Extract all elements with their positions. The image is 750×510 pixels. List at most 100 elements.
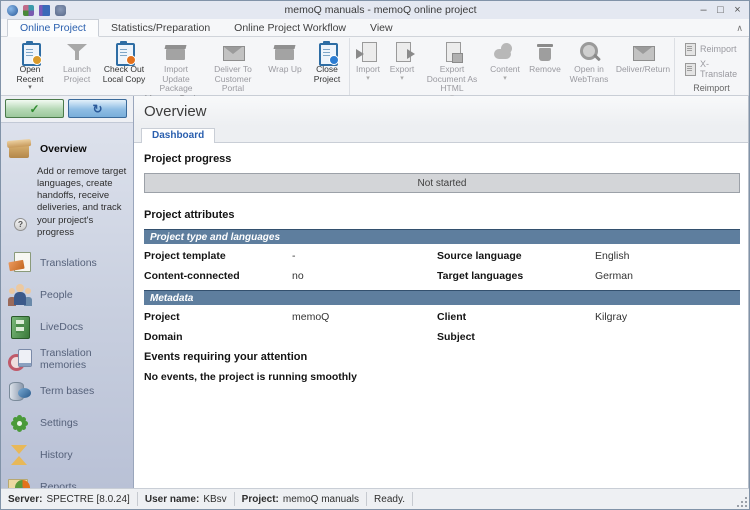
server-label: Server: xyxy=(8,494,42,505)
translation-memories-icon xyxy=(7,346,33,372)
main-row: ✓ ↻ Overview Add or remove target langua… xyxy=(1,96,749,488)
content-pane: Overview Dashboard Project progress Not … xyxy=(134,96,749,488)
pie-chart-icon xyxy=(7,474,33,488)
attr-rows-metadata: Project memoQ Client Kilgray Domain Subj… xyxy=(144,305,740,345)
close-project-button[interactable]: Close Project xyxy=(306,38,348,94)
sidebar-item-label: Overview xyxy=(40,143,87,155)
sidebar-item-term-bases[interactable]: Term bases xyxy=(1,375,133,407)
sync-button[interactable]: ↻ xyxy=(68,99,127,118)
x-translate-button[interactable]: X-Translate xyxy=(684,59,739,79)
export-document-as-html-button[interactable]: Export Document As HTML ▾ xyxy=(419,38,485,101)
close-icon[interactable]: × xyxy=(729,4,746,16)
deliver-return-button[interactable]: Deliver/Return xyxy=(613,38,673,101)
events-heading: Events requiring your attention xyxy=(144,351,740,363)
sidebar-item-settings[interactable]: Settings xyxy=(1,407,133,439)
check-out-local-copy-button[interactable]: Check Out Local Copy xyxy=(98,38,150,94)
project-attributes-heading: Project attributes xyxy=(144,209,740,221)
package-box-icon xyxy=(164,40,188,64)
help-icon[interactable]: ? xyxy=(14,218,27,231)
dashboard-body: Project progress Not started Project att… xyxy=(134,143,748,488)
button-label: Close Project xyxy=(307,65,347,84)
title-bar: memoQ manuals - memoQ online project – □… xyxy=(1,1,749,19)
button-label: Export Document As HTML xyxy=(420,65,484,94)
project-progress-heading: Project progress xyxy=(144,153,740,165)
sidebar-item-translation-memories[interactable]: Translation memories xyxy=(1,343,133,375)
button-label: Reimport xyxy=(700,44,737,54)
button-label: Check Out Local Copy xyxy=(99,65,149,84)
content-button[interactable]: Content ▾ xyxy=(485,38,525,101)
sidebar-item-overview[interactable]: Overview xyxy=(1,133,133,165)
attr-value: no xyxy=(292,270,437,282)
status-bar: Server: SPECTRE [8.0.24] User name: KBsv… xyxy=(1,488,749,509)
button-label: Import Update Package xyxy=(151,65,201,94)
term-bases-icon xyxy=(7,378,33,404)
funnel-icon xyxy=(65,40,89,64)
button-label: Open in WebTrans xyxy=(566,65,612,84)
check-icon: ✓ xyxy=(29,102,39,116)
envelope-icon xyxy=(631,40,655,64)
sidebar-item-translations[interactable]: Translations xyxy=(1,247,133,279)
package-icon xyxy=(7,136,33,162)
button-label: Remove xyxy=(529,65,561,75)
confirm-button[interactable]: ✓ xyxy=(5,99,64,118)
sidebar-item-label: History xyxy=(40,449,73,461)
wrap-up-button[interactable]: Wrap Up xyxy=(264,38,306,94)
sidebar-item-reports[interactable]: Reports xyxy=(1,471,133,488)
translations-icon xyxy=(7,250,33,276)
tab-dashboard[interactable]: Dashboard xyxy=(141,128,215,143)
sidebar-item-people[interactable]: People xyxy=(1,279,133,311)
reimport-buttons: Reimport X-Translate xyxy=(676,38,747,83)
ribbon-group-reimport: Reimport X-Translate Reimport xyxy=(675,38,749,95)
clipboard-hourglass-icon xyxy=(18,40,42,64)
tab-online-project[interactable]: Online Project xyxy=(7,19,99,37)
sidebar-item-livedocs[interactable]: LiveDocs xyxy=(1,311,133,343)
import-update-package-button[interactable]: Import Update Package xyxy=(150,38,202,94)
sidebar-item-history[interactable]: History xyxy=(1,439,133,471)
collapse-ribbon-icon[interactable]: ∧ xyxy=(736,23,743,34)
button-label: Launch Project xyxy=(57,65,97,84)
ribbon-tab-strip: Online Project Statistics/Preparation On… xyxy=(1,19,749,37)
clipboard-close-icon xyxy=(315,40,339,64)
x-translate-icon xyxy=(684,63,696,75)
open-in-webtrans-button[interactable]: Open in WebTrans xyxy=(565,38,613,101)
attr-value: memoQ xyxy=(292,311,437,323)
server-administrator-icon[interactable] xyxy=(55,5,66,16)
import-button[interactable]: Import ▾ xyxy=(351,38,385,101)
button-label: Open Recent xyxy=(5,65,55,84)
trash-icon xyxy=(533,40,557,64)
tab-view[interactable]: View xyxy=(358,20,405,36)
document-export-icon xyxy=(390,40,414,64)
attr-value: - xyxy=(292,250,437,262)
attr-label: Content-connected xyxy=(144,270,292,282)
memoq-app-icon[interactable] xyxy=(7,5,18,16)
document-buttons: Import ▾ Export ▾ Export Document As HTM… xyxy=(351,38,673,101)
minimize-icon[interactable]: – xyxy=(695,4,712,16)
server-value: SPECTRE [8.0.24] xyxy=(46,494,129,505)
export-button[interactable]: Export ▾ xyxy=(385,38,419,101)
attr-value: Kilgray xyxy=(595,311,740,323)
button-label: Wrap Up xyxy=(268,65,301,75)
dropdown-arrow-icon: ▾ xyxy=(503,75,507,82)
manage-project-buttons: Open Recent ▾ Launch Project Check Out L… xyxy=(4,38,348,94)
options-gear-icon[interactable] xyxy=(23,5,34,16)
tab-statistics-preparation[interactable]: Statistics/Preparation xyxy=(99,20,222,36)
launch-project-button[interactable]: Launch Project xyxy=(56,38,98,94)
tab-online-project-workflow[interactable]: Online Project Workflow xyxy=(222,20,358,36)
attr-label: Domain xyxy=(144,331,292,343)
remove-button[interactable]: Remove xyxy=(525,38,565,101)
page-title: Overview xyxy=(134,96,748,126)
resource-console-icon[interactable] xyxy=(39,5,50,16)
livedocs-cabinet-icon xyxy=(7,314,33,340)
open-recent-button[interactable]: Open Recent ▾ xyxy=(4,38,56,94)
deliver-to-customer-portal-button[interactable]: Deliver To Customer Portal xyxy=(202,38,264,94)
resize-grip[interactable] xyxy=(737,497,747,507)
maximize-icon[interactable]: □ xyxy=(712,4,729,16)
reimport-button[interactable]: Reimport xyxy=(684,43,739,55)
attr-label: Subject xyxy=(437,331,595,343)
status-user: User name: KBsv xyxy=(138,492,235,506)
overview-description: Add or remove target languages, create h… xyxy=(1,165,133,247)
envelope-icon xyxy=(221,40,245,64)
hourglass-icon xyxy=(7,442,33,468)
attr-label: Source language xyxy=(437,250,595,262)
attr-value xyxy=(595,331,740,343)
